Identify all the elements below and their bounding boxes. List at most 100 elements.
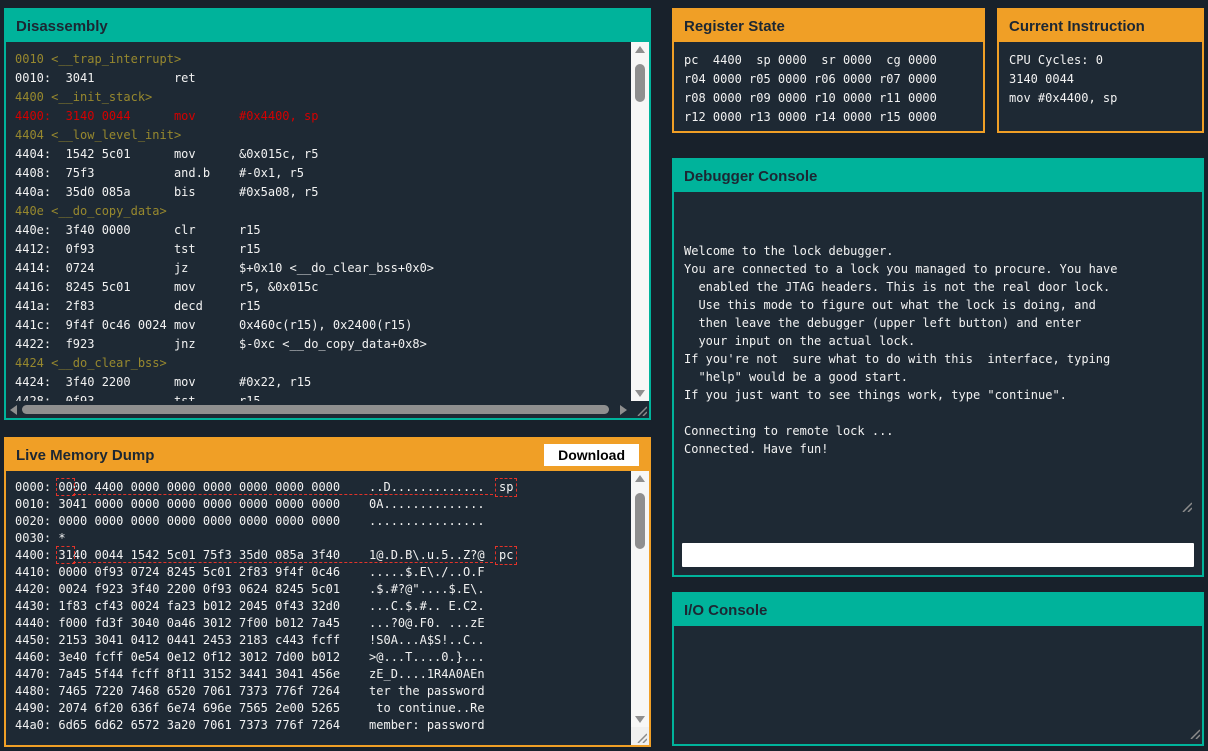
memory-hex: 2074 6f20 636f 6e74 696e 7565 2e00 5265 bbox=[58, 701, 340, 715]
register-marker-line bbox=[73, 494, 493, 495]
memory-row[interactable]: 4430: 1f83 cf43 0024 fa23 b012 2045 0f43… bbox=[15, 598, 631, 615]
scroll-left-arrow-icon[interactable] bbox=[10, 405, 17, 415]
disassembly-line[interactable]: 4416: 8245 5c01 mov r5, &0x015c bbox=[15, 278, 631, 297]
memory-address: 4490: bbox=[15, 701, 58, 715]
debugger-console-input[interactable] bbox=[682, 543, 1194, 567]
scroll-up-arrow-icon[interactable] bbox=[635, 46, 645, 53]
disassembly-line[interactable]: 4424: 3f40 2200 mov #0x22, r15 bbox=[15, 373, 631, 392]
memory-vertical-scrollbar[interactable] bbox=[631, 471, 649, 727]
register-row: pc 4400 sp 0000 sr 0000 cg 0000 bbox=[684, 51, 973, 70]
lock-debugger-app: Disassembly 0010 <__trap_interrupt>0010:… bbox=[0, 0, 1208, 751]
disassembly-resize-grip[interactable] bbox=[631, 401, 649, 418]
memory-row[interactable]: 0030: * bbox=[15, 530, 631, 547]
scroll-right-arrow-icon[interactable] bbox=[620, 405, 627, 415]
memory-hex: 0000 0f93 0724 8245 5c01 2f83 9f4f 0c46 bbox=[58, 565, 340, 579]
current-instruction-title: Current Instruction bbox=[1009, 18, 1145, 35]
memory-row[interactable]: 4420: 0024 f923 3f40 2200 0f93 0624 8245… bbox=[15, 581, 631, 598]
memory-row[interactable]: 4400: 3140 0044 1542 5c01 75f3 35d0 085a… bbox=[15, 547, 631, 564]
disassembly-line[interactable]: 4404: 1542 5c01 mov &0x015c, r5 bbox=[15, 145, 631, 164]
disassembly-header: Disassembly bbox=[6, 10, 649, 42]
disassembly-line[interactable]: 441a: 2f83 decd r15 bbox=[15, 297, 631, 316]
disassembly-title: Disassembly bbox=[16, 18, 108, 35]
memory-row[interactable]: 0010: 3041 0000 0000 0000 0000 0000 0000… bbox=[15, 496, 631, 513]
memory-ascii: !S0A...A$S!..C.. bbox=[340, 633, 485, 647]
debugger-console-resize-grip[interactable] bbox=[1094, 481, 1192, 535]
memory-address: 4460: bbox=[15, 650, 58, 664]
disassembly-line[interactable]: 440e: 3f40 0000 clr r15 bbox=[15, 221, 631, 240]
memory-ascii: ter the password bbox=[340, 684, 485, 698]
disassembly-line[interactable]: 4414: 0724 jz $+0x10 <__do_clear_bss+0x0… bbox=[15, 259, 631, 278]
io-console-panel: I/O Console bbox=[672, 592, 1204, 746]
disassembly-horizontal-scrollbar[interactable] bbox=[6, 401, 631, 418]
register-row: r08 0000 r09 0000 r10 0000 r11 0000 bbox=[684, 89, 973, 108]
memory-row[interactable]: 4460: 3e40 fcff 0e54 0e12 0f12 3012 7d00… bbox=[15, 649, 631, 666]
memory-hex: 3e40 fcff 0e54 0e12 0f12 3012 7d00 b012 bbox=[58, 650, 340, 664]
disassembly-line[interactable]: 4422: f923 jnz $-0xc <__do_copy_data+0x8… bbox=[15, 335, 631, 354]
debugger-console-body: Welcome to the lock debugger.You are con… bbox=[674, 192, 1202, 575]
disassembly-line[interactable]: 0010 <__trap_interrupt> bbox=[15, 50, 631, 69]
disassembly-line[interactable]: 4404 <__low_level_init> bbox=[15, 126, 631, 145]
disassembly-line[interactable]: 4400: 3140 0044 mov #0x4400, sp bbox=[15, 107, 631, 126]
memory-ascii: member: password bbox=[340, 718, 485, 732]
io-console-resize-grip[interactable] bbox=[1189, 728, 1200, 742]
console-line: You are connected to a lock you managed … bbox=[684, 260, 1192, 278]
disassembly-line[interactable]: 4408: 75f3 and.b #-0x1, r5 bbox=[15, 164, 631, 183]
memory-row[interactable]: 4490: 2074 6f20 636f 6e74 696e 7565 2e00… bbox=[15, 700, 631, 717]
disassembly-line[interactable]: 4424 <__do_clear_bss> bbox=[15, 354, 631, 373]
vertical-scrollbar-thumb[interactable] bbox=[635, 493, 645, 549]
state-row: Register State pc 4400 sp 0000 sr 0000 c… bbox=[672, 8, 1204, 133]
memory-dump-title: Live Memory Dump bbox=[16, 447, 154, 464]
debugger-console-title: Debugger Console bbox=[684, 168, 817, 185]
disassembly-line[interactable]: 4412: 0f93 tst r15 bbox=[15, 240, 631, 259]
disassembly-line[interactable]: 440a: 35d0 085a bis #0x5a08, r5 bbox=[15, 183, 631, 202]
current-instruction-line: CPU Cycles: 0 bbox=[1009, 51, 1192, 70]
memory-row[interactable]: 4450: 2153 3041 0412 0441 2453 2183 c443… bbox=[15, 632, 631, 649]
debugger-console-header: Debugger Console bbox=[674, 160, 1202, 192]
memory-row[interactable]: 44a0: 6d65 6d62 6572 3a20 7061 7373 776f… bbox=[15, 717, 631, 734]
download-button[interactable]: Download bbox=[544, 444, 639, 466]
memory-address: 4420: bbox=[15, 582, 58, 596]
debugger-console-panel: Debugger Console Welcome to the lock deb… bbox=[672, 158, 1204, 577]
io-console-output[interactable] bbox=[674, 626, 1202, 744]
console-line: Connecting to remote lock ... bbox=[684, 422, 1192, 440]
current-instruction-line: mov #0x4400, sp bbox=[1009, 89, 1192, 108]
memory-address: 4400: bbox=[15, 548, 58, 562]
horizontal-scrollbar-thumb[interactable] bbox=[22, 405, 609, 414]
disassembly-line[interactable]: 4428: 0f93 tst r15 bbox=[15, 392, 631, 401]
disassembly-listing[interactable]: 0010 <__trap_interrupt>0010: 3041 ret440… bbox=[6, 42, 631, 401]
vertical-scrollbar-thumb[interactable] bbox=[635, 64, 645, 102]
console-line: Welcome to the lock debugger. bbox=[684, 242, 1192, 260]
register-values: pc 4400 sp 0000 sr 0000 cg 0000r04 0000 … bbox=[674, 42, 983, 131]
disassembly-line[interactable]: 440e <__do_copy_data> bbox=[15, 202, 631, 221]
disassembly-line[interactable]: 0010: 3041 ret bbox=[15, 69, 631, 88]
memory-row[interactable]: 0000: 0000 4400 0000 0000 0000 0000 0000… bbox=[15, 479, 631, 496]
debugger-console-output[interactable]: Welcome to the lock debugger.You are con… bbox=[682, 200, 1194, 537]
disassembly-line[interactable]: 441c: 9f4f 0c46 0024 mov 0x460c(r15), 0x… bbox=[15, 316, 631, 335]
disassembly-vertical-scrollbar[interactable] bbox=[631, 42, 649, 401]
memory-row[interactable]: 4440: f000 fd3f 3040 0a46 3012 7f00 b012… bbox=[15, 615, 631, 632]
disassembly-body: 0010 <__trap_interrupt>0010: 3041 ret440… bbox=[6, 42, 649, 418]
scroll-up-arrow-icon[interactable] bbox=[635, 475, 645, 482]
memory-row[interactable]: 4470: 7a45 5f44 fcff 8f11 3152 3441 3041… bbox=[15, 666, 631, 683]
memory-hex: 1f83 cf43 0024 fa23 b012 2045 0f43 32d0 bbox=[58, 599, 340, 613]
memory-dump-resize-grip[interactable] bbox=[631, 727, 649, 745]
memory-hex: 6d65 6d62 6572 3a20 7061 7373 776f 7264 bbox=[58, 718, 340, 732]
scroll-down-arrow-icon[interactable] bbox=[635, 716, 645, 723]
disassembly-line[interactable]: 4400 <__init_stack> bbox=[15, 88, 631, 107]
memory-hex: 0024 f923 3f40 2200 0f93 0624 8245 5c01 bbox=[58, 582, 340, 596]
memory-ascii: >@...T....0.}... bbox=[340, 650, 485, 664]
memory-dump-scroll-column bbox=[631, 471, 649, 745]
memory-address: 4430: bbox=[15, 599, 58, 613]
scroll-down-arrow-icon[interactable] bbox=[635, 390, 645, 397]
memory-ascii: ...C.$.#.. E.C2. bbox=[340, 599, 485, 613]
register-marker-line bbox=[73, 562, 493, 563]
console-line: If you're not sure what to do with this … bbox=[684, 350, 1192, 368]
memory-row[interactable]: 4410: 0000 0f93 0724 8245 5c01 2f83 9f4f… bbox=[15, 564, 631, 581]
memory-hex: 7a45 5f44 fcff 8f11 3152 3441 3041 456e bbox=[58, 667, 340, 681]
memory-dump-panel: Live Memory Dump Download 0000: 0000 440… bbox=[4, 437, 651, 747]
memory-row[interactable]: 4480: 7465 7220 7468 6520 7061 7373 776f… bbox=[15, 683, 631, 700]
right-column: Register State pc 4400 sp 0000 sr 0000 c… bbox=[672, 8, 1204, 751]
memory-row[interactable]: 0020: 0000 0000 0000 0000 0000 0000 0000… bbox=[15, 513, 631, 530]
memory-dump-listing[interactable]: 0000: 0000 4400 0000 0000 0000 0000 0000… bbox=[6, 471, 631, 745]
disassembly-panel: Disassembly 0010 <__trap_interrupt>0010:… bbox=[4, 8, 651, 420]
